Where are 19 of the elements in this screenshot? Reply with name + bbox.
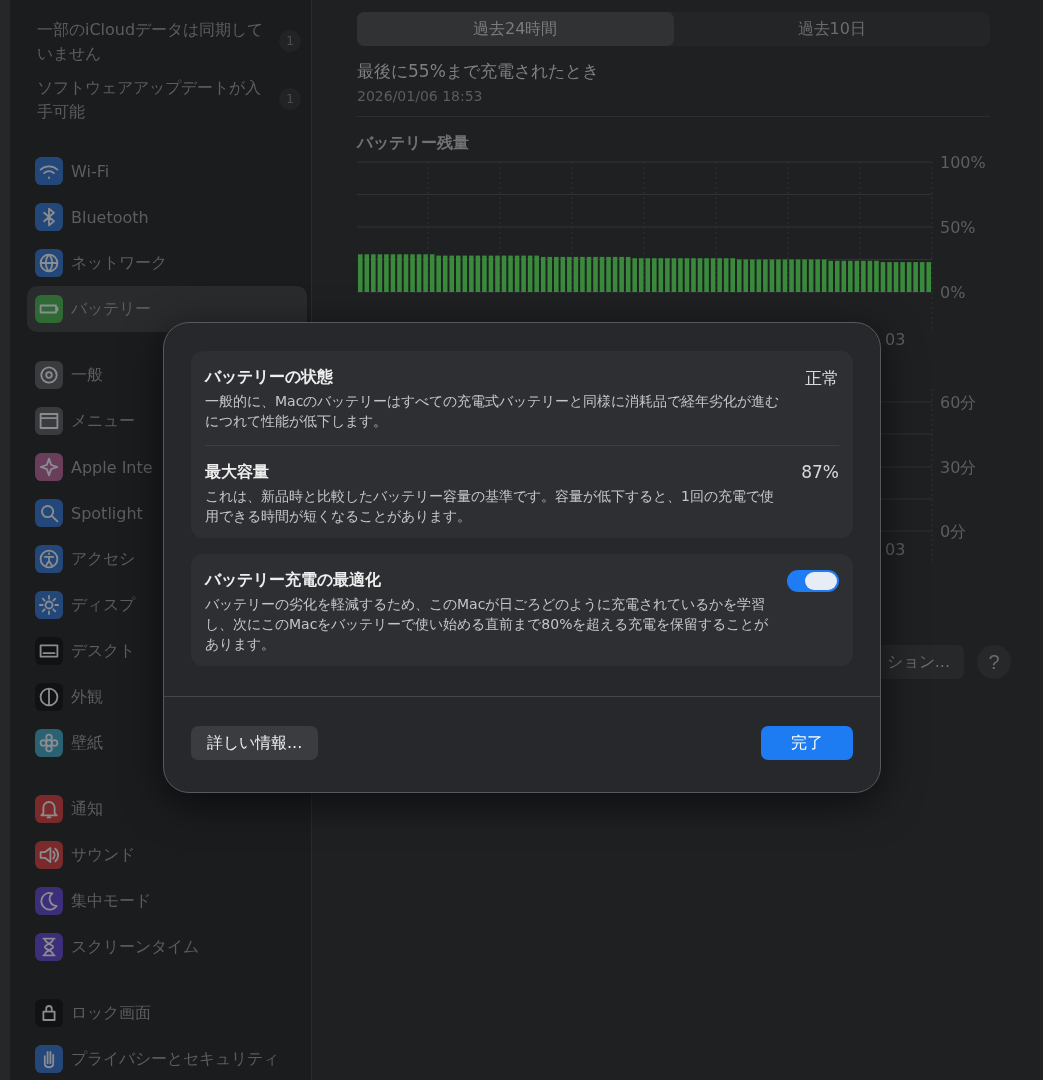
setting-description: 一般的に、Macのバッテリーはすべての充電式バッテリーと同様に消耗品で経年劣化が進むにつれて性能が低下します。 [205,392,781,431]
axis-tick-label: 30分 [940,458,977,477]
axis-tick-label: 50% [940,218,976,237]
axis-tick-label: 60分 [940,393,977,412]
last-charge-text: 最後に55%まで充電されたとき [357,60,600,83]
axis-tick-label: 03 [885,330,906,349]
chart-title: バッテリー残量 [357,133,470,154]
axis-tick-label: 0% [940,283,966,302]
setting-title: 最大容量 [205,461,270,483]
setting-description: バッテリーの劣化を軽減するため、このMacが日ごろどのように充電されているかを学習し、次にこのMacをバッテリーで使い始める直前まで80%を超える充電を保留することがあります。 [205,595,770,654]
setting-title: バッテリーの状態 [205,366,334,388]
setting-description: これは、新品時と比較したバッテリー容量の基準です。容量が低下すると、1回の充電で使用できる時間が短くなることがあります。 [205,487,775,526]
setting-title: バッテリー充電の最適化 [205,569,382,591]
axis-tick-label: 0分 [940,522,967,541]
axis-tick-label: 100% [940,154,986,172]
axis-tick-label: 03 [885,540,906,559]
setting-value: 正常 [805,367,839,390]
setting-value: 87% [801,462,839,482]
last-charge-date: 2026/01/06 18:53 [357,88,484,104]
